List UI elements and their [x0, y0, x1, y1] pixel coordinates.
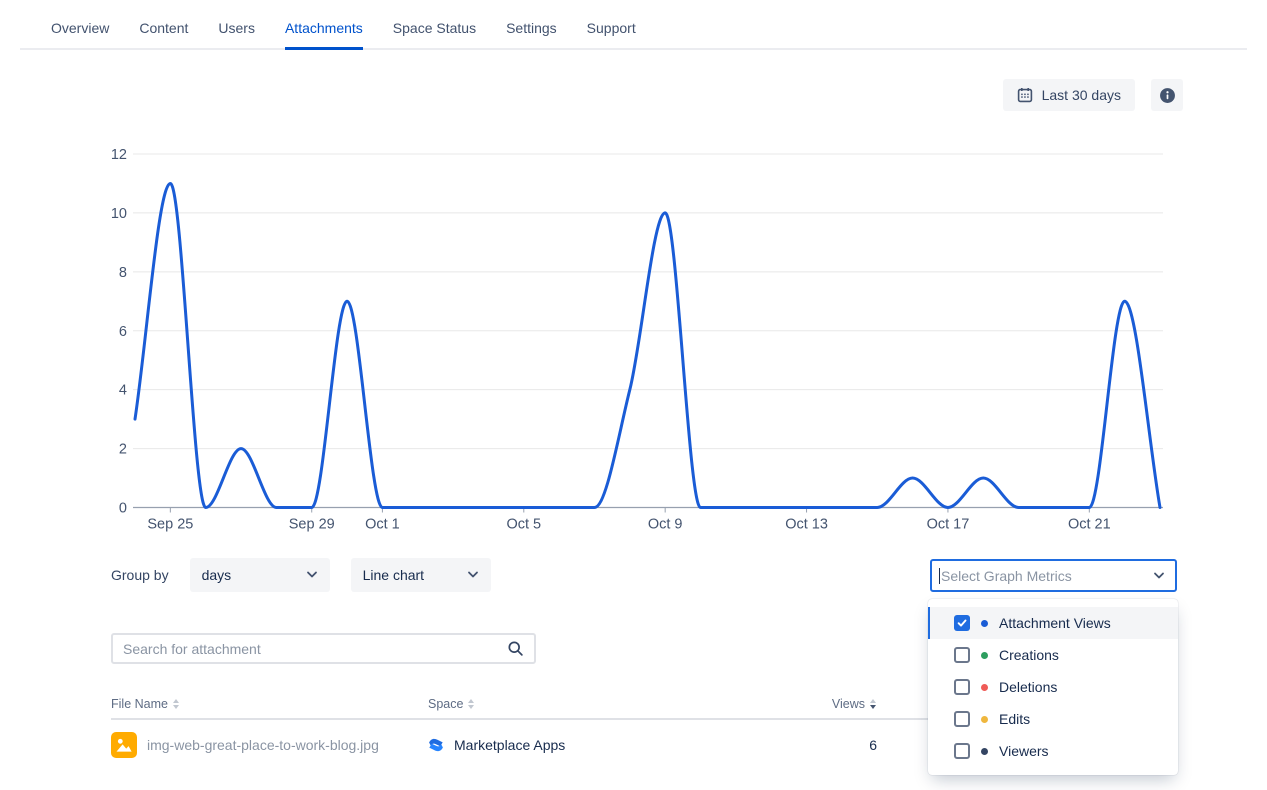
svg-text:0: 0	[119, 501, 127, 517]
attachments-chart: 0 2 4 6 8 10 12 Sep 25 Sep 29 Oct 1 Oct 5 Oct 9 Oct …	[0, 140, 1267, 540]
svg-text:Oct 5: Oct 5	[506, 517, 541, 533]
chevron-down-icon	[467, 571, 479, 579]
info-icon	[1159, 87, 1176, 104]
svg-text:Oct 1: Oct 1	[365, 517, 400, 533]
metric-option-attachment-views[interactable]: Attachment Views	[928, 607, 1178, 639]
checkbox[interactable]	[954, 711, 970, 727]
metric-dot	[981, 652, 988, 659]
date-range-label: Last 30 days	[1042, 87, 1121, 103]
column-header-views[interactable]: Views	[668, 697, 877, 711]
chevron-down-icon	[1153, 572, 1165, 580]
metric-label: Edits	[999, 711, 1030, 727]
metric-label: Viewers	[999, 743, 1049, 759]
tab-users[interactable]: Users	[218, 20, 255, 48]
svg-text:10: 10	[111, 206, 127, 222]
metric-option-edits[interactable]: Edits	[928, 703, 1178, 735]
file-name: img-web-great-place-to-work-blog.jpg	[147, 737, 379, 753]
attachment-search-input[interactable]: Search for attachment	[111, 633, 536, 664]
date-range-button[interactable]: Last 30 days	[1003, 79, 1135, 111]
sort-icon	[172, 698, 180, 710]
calendar-icon	[1017, 87, 1033, 103]
views-cell: 6	[668, 737, 877, 753]
metric-dot	[981, 716, 988, 723]
graph-metrics-combobox[interactable]: Select Graph Metrics	[930, 559, 1177, 592]
image-file-icon	[111, 732, 137, 758]
chart-controls: Group by days Line chart	[111, 558, 491, 592]
graph-metrics-dropdown: Attachment Views Creations Deletions Edi…	[928, 599, 1178, 775]
column-label: Views	[832, 697, 865, 711]
confluence-logo-icon	[428, 737, 444, 753]
svg-text:Oct 21: Oct 21	[1068, 517, 1111, 533]
metric-dot	[981, 620, 988, 627]
search-icon[interactable]	[507, 640, 524, 657]
text-cursor	[939, 568, 940, 584]
views-value: 6	[668, 737, 877, 753]
checkbox[interactable]	[954, 647, 970, 663]
group-by-label: Group by	[111, 567, 169, 583]
tab-space-status[interactable]: Space Status	[393, 20, 476, 48]
group-by-value: days	[202, 567, 232, 583]
svg-text:Sep 29: Sep 29	[289, 517, 335, 533]
svg-text:Oct 17: Oct 17	[927, 517, 970, 533]
metric-label: Creations	[999, 647, 1059, 663]
metric-option-viewers[interactable]: Viewers	[928, 735, 1178, 767]
checkbox[interactable]	[954, 679, 970, 695]
chevron-down-icon	[306, 571, 318, 579]
sort-icon	[467, 698, 475, 710]
metric-option-deletions[interactable]: Deletions	[928, 671, 1178, 703]
svg-text:4: 4	[119, 383, 127, 399]
metric-dot	[981, 684, 988, 691]
column-header-space[interactable]: Space	[428, 697, 668, 711]
svg-text:6: 6	[119, 324, 127, 340]
chart-type-value: Line chart	[363, 567, 424, 583]
tab-support[interactable]: Support	[587, 20, 636, 48]
tab-attachments[interactable]: Attachments	[285, 20, 363, 50]
column-label: Space	[428, 697, 463, 711]
metric-dot	[981, 748, 988, 755]
svg-text:12: 12	[111, 147, 127, 163]
svg-text:Oct 13: Oct 13	[785, 517, 828, 533]
file-cell: img-web-great-place-to-work-blog.jpg	[111, 732, 428, 758]
sort-icon	[869, 698, 877, 710]
tab-content[interactable]: Content	[139, 20, 188, 48]
svg-text:2: 2	[119, 442, 127, 458]
metric-label: Deletions	[999, 679, 1057, 695]
tab-overview[interactable]: Overview	[51, 20, 109, 48]
attachments-chart-svg: 0 2 4 6 8 10 12 Sep 25 Sep 29 Oct 1 Oct 5 Oct 9 Oct …	[0, 140, 1267, 540]
space-cell: Marketplace Apps	[428, 737, 668, 753]
checkbox[interactable]	[954, 743, 970, 759]
svg-text:Sep 25: Sep 25	[147, 517, 193, 533]
graph-metrics-placeholder: Select Graph Metrics	[941, 568, 1153, 584]
svg-text:Oct 9: Oct 9	[648, 517, 683, 533]
column-label: File Name	[111, 697, 168, 711]
group-by-select[interactable]: days	[190, 558, 330, 592]
chart-type-select[interactable]: Line chart	[351, 558, 491, 592]
tab-settings[interactable]: Settings	[506, 20, 557, 48]
space-name: Marketplace Apps	[454, 737, 565, 753]
svg-text:8: 8	[119, 265, 127, 281]
metric-label: Attachment Views	[999, 615, 1111, 631]
column-header-file-name[interactable]: File Name	[111, 697, 428, 711]
search-placeholder: Search for attachment	[123, 641, 507, 657]
space-analytics-tabbar: Overview Content Users Attachments Space…	[20, 20, 1247, 50]
info-button[interactable]	[1151, 79, 1183, 111]
checkbox[interactable]	[954, 615, 970, 631]
metric-option-creations[interactable]: Creations	[928, 639, 1178, 671]
toolbar: Last 30 days	[1003, 79, 1183, 111]
